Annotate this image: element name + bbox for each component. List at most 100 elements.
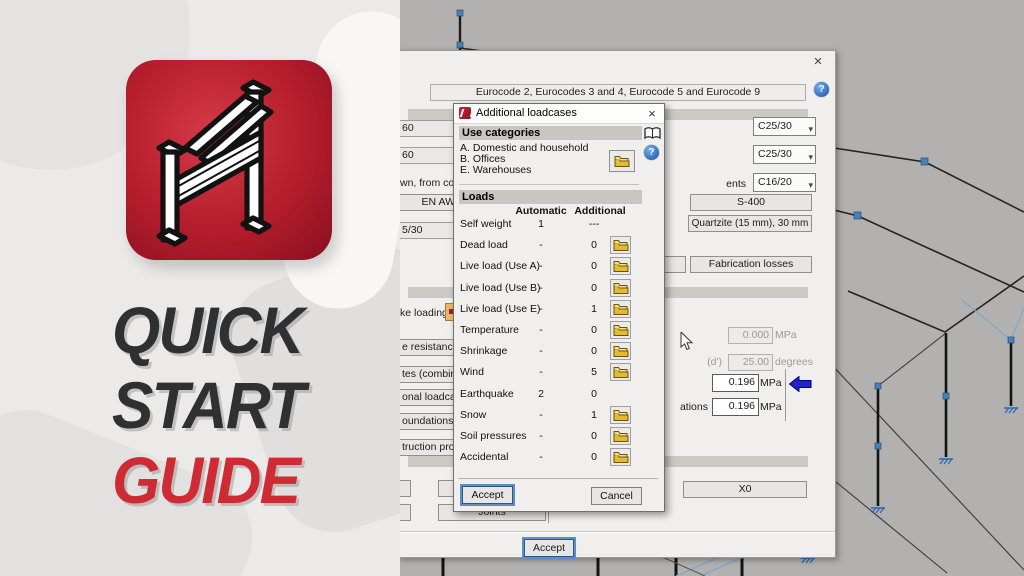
load-automatic-value: - <box>521 260 561 272</box>
fabrication-losses-button[interactable]: Fabrication losses <box>690 256 812 273</box>
load-automatic-value: - <box>521 324 561 336</box>
chevron-down-icon: ▾ <box>808 121 813 138</box>
value-field-2: 25.00 <box>728 354 773 371</box>
load-folder-button[interactable] <box>610 406 631 424</box>
loads-header: Loads <box>459 190 642 204</box>
load-automatic-value: 1 <box>521 218 561 230</box>
concrete-grade-select-1[interactable]: C25/30 ▾ <box>753 117 816 136</box>
surface-button[interactable]: Quartzite (15 mm), 30 mm <box>688 215 812 232</box>
load-folder-button[interactable] <box>610 363 631 381</box>
load-additional-value: 0 <box>582 451 606 463</box>
concrete-grade-select-3[interactable]: C16/20 ▾ <box>753 173 816 192</box>
dialog-accept-button[interactable]: Accept <box>462 486 513 504</box>
load-automatic-value: - <box>521 345 561 357</box>
select-value: C25/30 <box>758 120 792 132</box>
dialog-cancel-button[interactable]: Cancel <box>591 487 642 505</box>
load-row-name: Earthquake <box>460 388 514 400</box>
steel-beams-logo <box>126 60 332 260</box>
load-additional-value: 0 <box>582 430 606 442</box>
folder-icon <box>614 154 630 168</box>
pressure-field-2[interactable]: 0.196 <box>712 398 759 416</box>
column-header-additional: Additional <box>568 205 632 217</box>
mouse-cursor <box>680 332 694 352</box>
folder-icon <box>613 259 629 273</box>
divider <box>785 369 786 421</box>
window-close-icon[interactable]: × <box>809 53 827 71</box>
load-row-name: Shrinkage <box>460 345 507 357</box>
loading-label: ke loading <box>400 307 448 319</box>
load-folder-button[interactable] <box>610 448 631 466</box>
foundations-value-label: ations <box>670 401 708 413</box>
load-row-name: Soil pressures <box>460 430 527 442</box>
load-folder-button[interactable] <box>610 321 631 339</box>
load-row-name: Snow <box>460 409 486 421</box>
load-folder-button[interactable] <box>610 236 631 254</box>
chevron-down-icon: ▾ <box>808 177 813 194</box>
load-automatic-value: 2 <box>521 388 561 400</box>
title-line-2: START <box>112 367 304 443</box>
load-additional-value: 0 <box>582 239 606 251</box>
additional-loadcases-dialog: Additional loadcases × ? Use categories … <box>453 103 665 512</box>
load-additional-value: 0 <box>582 260 606 272</box>
material-field-2[interactable]: 60 <box>398 147 458 164</box>
copy-left-arrow-button[interactable] <box>789 376 812 392</box>
screenshot-canvas: × ? Eurocode 2, Eurocodes 3 and 4, Euroc… <box>0 0 1024 576</box>
load-row-name: Dead load <box>460 239 508 251</box>
dialog-close-icon[interactable]: × <box>645 106 659 121</box>
load-folder-button[interactable] <box>610 427 631 445</box>
load-additional-value: 0 <box>582 345 606 357</box>
beams-icon <box>126 60 332 260</box>
concrete-field[interactable]: 5/30 <box>398 222 458 239</box>
load-row-name: Temperature <box>460 324 519 336</box>
x0-button[interactable]: X0 <box>683 481 807 498</box>
load-automatic-value: - <box>521 451 561 463</box>
material-field-1[interactable]: 60 <box>398 120 458 137</box>
use-category-item: E. Warehouses <box>460 164 531 176</box>
load-row-name: Accidental <box>460 451 508 463</box>
folder-icon <box>613 302 629 316</box>
divider <box>459 184 639 185</box>
load-folder-button[interactable] <box>610 342 631 360</box>
dialog-help-icon[interactable]: ? <box>644 145 659 160</box>
select-value: C16/20 <box>758 176 792 188</box>
folder-icon <box>613 365 629 379</box>
folder-icon <box>613 323 629 337</box>
pressure-field-1[interactable]: 0.196 <box>712 374 759 392</box>
load-additional-value: 1 <box>582 303 606 315</box>
folder-icon <box>613 344 629 358</box>
dialog-titlebar[interactable]: Additional loadcases × <box>454 104 664 124</box>
window-accept-button[interactable]: Accept <box>524 539 574 557</box>
unit-label: MPa <box>775 329 797 341</box>
eurocodes-bar: Eurocode 2, Eurocodes 3 and 4, Eurocode … <box>430 84 806 101</box>
steel-grade-button[interactable]: S-400 <box>690 194 812 211</box>
load-row-name: Wind <box>460 366 484 378</box>
title-line-3: GUIDE <box>112 442 299 518</box>
d-prime-label: (d') <box>694 356 722 368</box>
load-automatic-value: - <box>521 409 561 421</box>
load-additional-value: 1 <box>582 409 606 421</box>
open-categories-folder-button[interactable] <box>609 150 635 172</box>
elements-label: ents <box>698 178 746 190</box>
window-help-icon[interactable]: ? <box>814 82 829 97</box>
select-value: C25/30 <box>758 148 792 160</box>
load-additional-value: 0 <box>582 324 606 336</box>
load-folder-button[interactable] <box>610 257 631 275</box>
unit-label: degrees <box>775 356 813 368</box>
dialog-title: Additional loadcases <box>476 107 577 119</box>
app-logo-icon <box>459 107 471 119</box>
load-additional-value: 0 <box>582 282 606 294</box>
folder-icon <box>613 281 629 295</box>
column-header-automatic: Automatic <box>509 205 573 217</box>
material-note: wn, from con <box>400 177 460 189</box>
folder-icon <box>613 450 629 464</box>
load-additional-value: 0 <box>582 388 606 400</box>
unit-label: MPa <box>760 401 782 413</box>
load-folder-button[interactable] <box>610 300 631 318</box>
en-aw-button[interactable]: EN AW <box>398 194 459 211</box>
load-folder-button[interactable] <box>610 279 631 297</box>
codes-book-icon[interactable] <box>644 126 661 140</box>
unit-label: MPa <box>760 377 782 389</box>
folder-icon <box>613 408 629 422</box>
folder-icon <box>613 238 629 252</box>
concrete-grade-select-2[interactable]: C25/30 ▾ <box>753 145 816 164</box>
